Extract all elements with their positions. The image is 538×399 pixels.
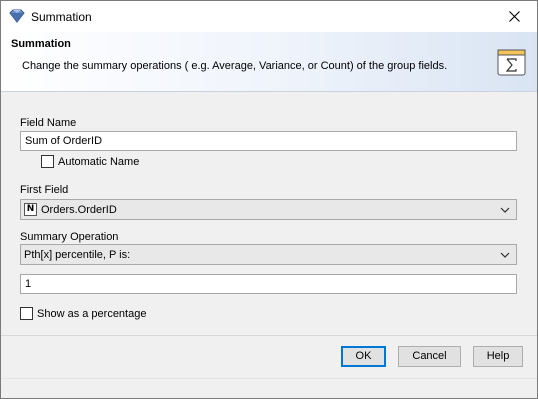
- first-field-dropdown[interactable]: N Orders.OrderID: [20, 199, 517, 220]
- summary-operation-dropdown[interactable]: Pth[x] percentile, P is:: [20, 244, 517, 265]
- sigma-icon: [497, 49, 526, 76]
- title-bar: Summation: [1, 1, 537, 32]
- ok-button[interactable]: OK: [341, 346, 386, 367]
- footer-divider: [1, 335, 537, 336]
- first-field-label: First Field: [20, 184, 69, 196]
- first-field-value: Orders.OrderID: [41, 203, 117, 216]
- gem-icon: [9, 9, 25, 23]
- field-name-label: Field Name: [20, 117, 77, 129]
- chevron-down-icon: [500, 250, 510, 260]
- automatic-name-checkbox[interactable]: Automatic Name: [41, 155, 139, 168]
- percentile-parameter-input[interactable]: 1: [20, 274, 517, 294]
- summary-operation-label: Summary Operation: [20, 231, 119, 243]
- cancel-button[interactable]: Cancel: [398, 346, 461, 367]
- banner-title: Summation: [11, 38, 71, 50]
- show-percentage-checkbox[interactable]: Show as a percentage: [20, 307, 146, 320]
- show-percentage-label: Show as a percentage: [37, 307, 147, 320]
- automatic-name-box[interactable]: [41, 155, 54, 168]
- status-bar: [1, 378, 537, 398]
- close-button[interactable]: [491, 1, 537, 32]
- header-banner: Summation Change the summary operations …: [1, 32, 537, 92]
- window-title: Summation: [31, 10, 92, 24]
- help-button[interactable]: Help: [473, 346, 523, 367]
- summary-operation-value: Pth[x] percentile, P is:: [24, 248, 131, 261]
- summation-dialog: Summation Summation Change the summary o…: [0, 0, 538, 399]
- banner-description: Change the summary operations ( e.g. Ave…: [22, 60, 448, 72]
- show-percentage-box[interactable]: [20, 307, 33, 320]
- chevron-down-icon: [500, 205, 510, 215]
- close-icon: [508, 11, 520, 22]
- field-name-input[interactable]: Sum of OrderID: [20, 131, 517, 151]
- automatic-name-label: Automatic Name: [58, 155, 140, 168]
- numeric-field-icon: N: [24, 203, 37, 216]
